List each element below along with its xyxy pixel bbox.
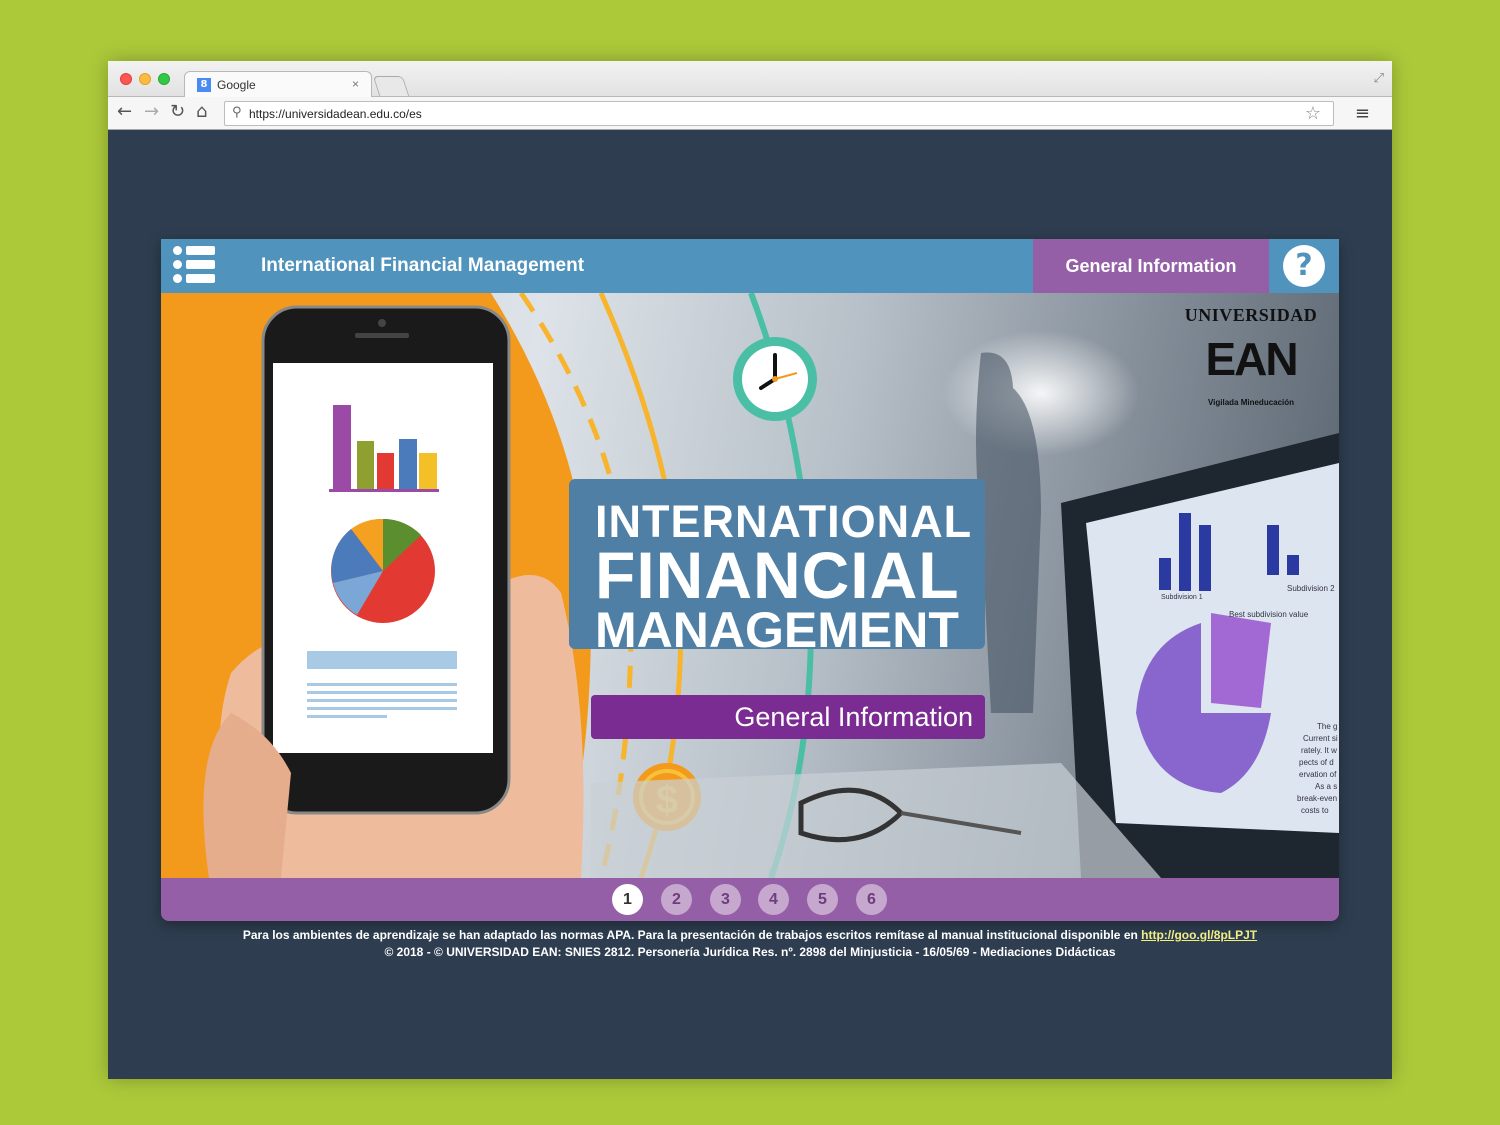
page-button-1[interactable]: 1	[612, 884, 643, 915]
hero-title-box: INTERNATIONAL FINANCIAL MANAGEMENT	[569, 479, 985, 657]
close-window-button[interactable]	[120, 73, 132, 85]
svg-text:Subdivision 2: Subdivision 2	[1287, 584, 1335, 593]
svg-text:Current si: Current si	[1303, 734, 1338, 743]
new-tab-button[interactable]	[372, 76, 410, 96]
hero-banner: $ Best subdivision value Subdivision 1 S…	[161, 293, 1339, 878]
course-app: International Financial Management Gener…	[161, 239, 1339, 921]
footer-note: Para los ambientes de aprendizaje se han…	[108, 927, 1392, 961]
svg-text:The g: The g	[1317, 722, 1337, 731]
help-button[interactable]: ?	[1283, 245, 1325, 287]
page-button-3[interactable]: 3	[710, 884, 741, 915]
hero-subtitle: General Information	[591, 695, 985, 739]
page-button-4[interactable]: 4	[758, 884, 789, 915]
tab-close-icon[interactable]: ×	[352, 77, 359, 91]
footer-apa-text: Para los ambientes de aprendizaje se han…	[242, 928, 1142, 942]
reload-icon[interactable]: ↻	[170, 102, 185, 122]
svg-text:ervation of: ervation of	[1299, 770, 1337, 779]
google-favicon-icon: 8	[197, 78, 211, 92]
app-header: International Financial Management Gener…	[161, 239, 1339, 293]
general-information-tab[interactable]: General Information	[1033, 239, 1269, 293]
url-text[interactable]: https://universidadean.edu.co/es	[249, 107, 422, 121]
browser-tab[interactable]: 8 Google ×	[184, 71, 372, 98]
svg-text:Best subdivision value: Best subdivision value	[1229, 610, 1309, 619]
logo-acronym: EAN	[1205, 333, 1298, 385]
svg-text:costs to: costs to	[1301, 806, 1329, 815]
clock-icon	[733, 337, 817, 421]
page-button-6[interactable]: 6	[856, 884, 887, 915]
forward-arrow-icon[interactable]: →	[144, 102, 159, 122]
browser-window: 8 Google × ⤢ ← → ↻ ⌂ ⚲ https://universid…	[108, 61, 1392, 1079]
minimize-window-button[interactable]	[139, 73, 151, 85]
footer-line-2: © 2018 - © UNIVERSIDAD EAN: SNIES 2812. …	[384, 945, 1116, 959]
footer-manual-link[interactable]: http://goo.gl/8pLPJT	[1141, 928, 1257, 942]
svg-text:As a s: As a s	[1315, 782, 1337, 791]
tab-title: Google	[217, 78, 256, 92]
page-button-2[interactable]: 2	[661, 884, 692, 915]
logo-tagline: Vigilada Mineducación	[1207, 398, 1295, 407]
back-arrow-icon[interactable]: ←	[117, 102, 132, 122]
course-title: International Financial Management	[261, 255, 585, 276]
footer-line-1: Para los ambientes de aprendizaje se han…	[108, 927, 1392, 944]
fullscreen-icon[interactable]: ⤢	[1374, 70, 1384, 86]
svg-text:Subdivision 1: Subdivision 1	[1161, 594, 1203, 601]
page-navigation: 1 2 3 4 5 6	[161, 878, 1339, 921]
svg-text:break-even: break-even	[1297, 794, 1337, 803]
hero-title-line-2: FINANCIAL	[595, 538, 960, 612]
maximize-window-button[interactable]	[158, 73, 170, 85]
svg-text:pects of d: pects of d	[1299, 758, 1334, 767]
search-icon: ⚲	[232, 105, 242, 120]
home-icon[interactable]: ⌂	[196, 102, 207, 122]
address-bar[interactable]: ⚲ https://universidadean.edu.co/es ☆	[224, 101, 1334, 126]
browser-toolbar: ← → ↻ ⌂ ⚲ https://universidadean.edu.co/…	[108, 97, 1392, 130]
list-menu-icon[interactable]	[173, 246, 215, 284]
universidad-ean-logo: UNIVERSIDAD EAN Vigilada Mineducación	[1181, 305, 1321, 435]
browser-titlebar: 8 Google × ⤢	[108, 61, 1392, 98]
hero-title-line-3: MANAGEMENT	[595, 602, 959, 658]
logo-word: UNIVERSIDAD	[1184, 305, 1318, 325]
svg-text:rately. It w: rately. It w	[1301, 746, 1337, 755]
menu-icon[interactable]: ≡	[1355, 103, 1370, 124]
page-button-5[interactable]: 5	[807, 884, 838, 915]
star-icon[interactable]: ☆	[1305, 103, 1321, 124]
